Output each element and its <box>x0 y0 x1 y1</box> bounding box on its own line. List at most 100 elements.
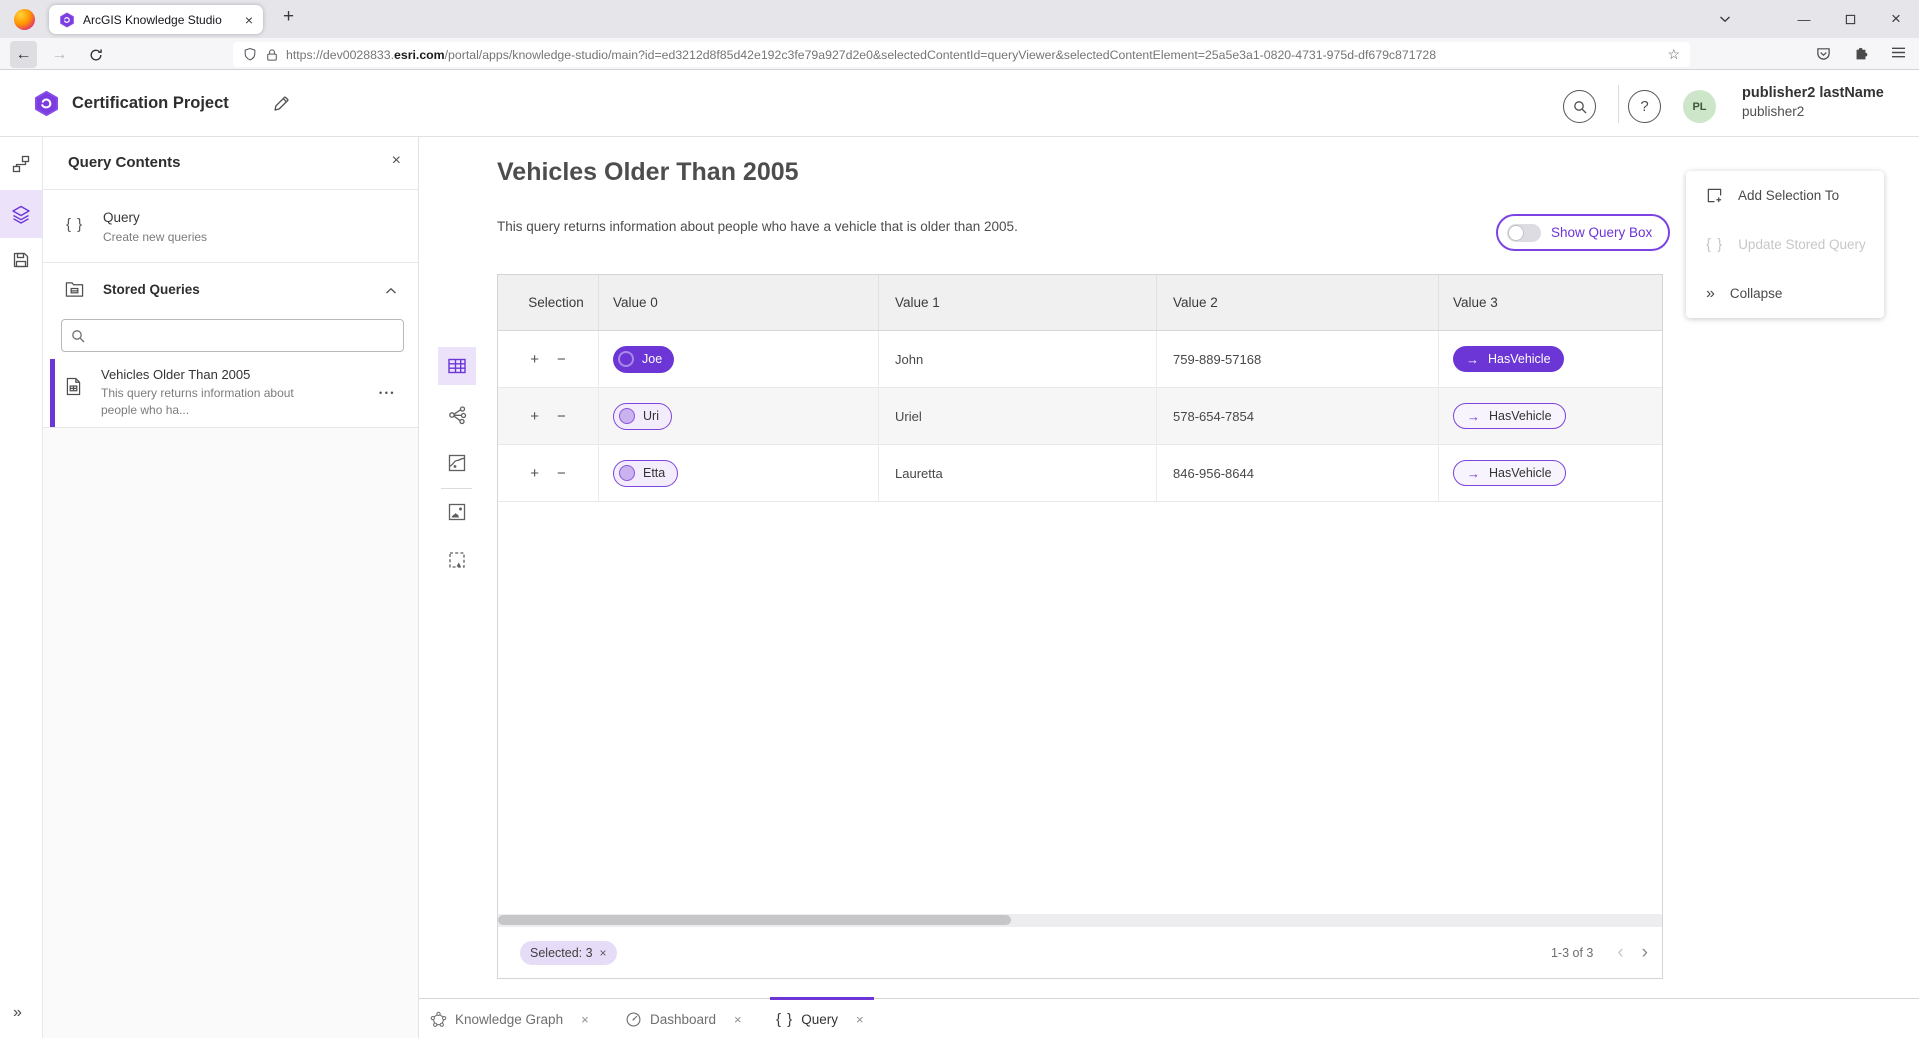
relationship-pill[interactable]: → HasVehicle <box>1453 460 1566 486</box>
dashboard-gauge-icon <box>625 1011 642 1028</box>
page-prev-icon[interactable]: ‹ <box>1617 943 1623 962</box>
toggle-label: Show Query Box <box>1551 225 1652 240</box>
row-select-add-button[interactable]: + <box>530 465 539 482</box>
relationship-pill[interactable]: → HasVehicle <box>1453 403 1566 429</box>
table-view-button[interactable] <box>438 347 476 385</box>
arrow-right-icon: → <box>1467 409 1480 424</box>
close-icon[interactable]: × <box>392 152 401 170</box>
stored-query-item[interactable]: Vehicles Older Than 2005 This query retu… <box>43 359 418 428</box>
menu-item-add-selection-to[interactable]: Add Selection To <box>1686 171 1884 220</box>
stored-queries-search[interactable] <box>61 319 404 352</box>
table-view-icon <box>447 356 467 376</box>
tab-knowledge-graph[interactable]: Knowledge Graph × <box>430 999 589 1038</box>
row-select-add-button[interactable]: + <box>530 408 539 425</box>
search-input[interactable] <box>92 328 394 343</box>
tab-close-icon[interactable]: × <box>581 1012 589 1027</box>
lock-icon[interactable] <box>266 48 278 62</box>
relationship-pill[interactable]: → HasVehicle <box>1453 346 1564 372</box>
menu-item-update-stored-query[interactable]: { } Update Stored Query <box>1686 220 1884 269</box>
stored-queries-header[interactable]: Stored Queries <box>43 263 418 319</box>
reload-button[interactable] <box>82 41 109 68</box>
column-header-value1[interactable]: Value 1 <box>879 275 1157 330</box>
cell-value: Lauretta <box>879 445 1157 501</box>
tab-query[interactable]: { } Query × <box>776 999 864 1038</box>
search-button[interactable] <box>1563 90 1596 123</box>
link-chart-view-button[interactable] <box>438 396 476 434</box>
chevron-up-icon[interactable] <box>385 287 397 295</box>
panel-title: Query Contents <box>68 154 181 171</box>
edit-pencil-icon[interactable] <box>272 95 290 113</box>
page-description: This query returns information about peo… <box>497 219 1018 234</box>
browser-tab-strip: ArcGIS Knowledge Studio × + — × <box>0 0 1919 38</box>
column-header-value2[interactable]: Value 2 <box>1157 275 1439 330</box>
entity-pill[interactable]: Uri <box>613 403 672 430</box>
item-options-ellipsis-icon[interactable]: ••• <box>379 388 396 398</box>
layers-rail-item[interactable] <box>0 190 42 238</box>
page-next-icon[interactable]: › <box>1642 943 1648 962</box>
tracking-shield-icon[interactable] <box>243 47 257 62</box>
menu-hamburger-icon[interactable] <box>1891 46 1906 59</box>
menu-item-collapse[interactable]: » Collapse <box>1686 269 1884 318</box>
selection-tool-button[interactable] <box>438 541 476 579</box>
data-model-tree-icon[interactable] <box>12 155 30 173</box>
help-button[interactable]: ? <box>1628 90 1661 123</box>
extensions-puzzle-icon[interactable] <box>1853 46 1869 62</box>
arrow-right-icon: → <box>1467 466 1480 481</box>
bookmark-star-icon[interactable]: ☆ <box>1667 46 1680 63</box>
new-query-item[interactable]: { } Query Create new queries <box>43 190 418 263</box>
query-item-subtitle: Create new queries <box>103 230 207 244</box>
chart-view-button[interactable] <box>438 444 476 482</box>
url-bar[interactable]: https://dev0028833.esri.com/portal/apps/… <box>233 42 1690 67</box>
show-query-box-toggle[interactable]: Show Query Box <box>1496 214 1670 251</box>
chip-close-icon[interactable]: × <box>600 946 607 960</box>
entity-pill[interactable]: Etta <box>613 460 678 487</box>
braces-icon: { } <box>66 216 83 233</box>
column-header-value0[interactable]: Value 0 <box>599 275 879 330</box>
stored-query-document-icon <box>66 377 81 396</box>
column-header-selection[interactable]: Selection <box>498 275 599 330</box>
user-name[interactable]: publisher2 lastName <box>1742 85 1884 101</box>
double-chevron-icon: » <box>1706 285 1715 303</box>
selected-count-chip[interactable]: Selected: 3 × <box>520 941 617 965</box>
list-tabs-chevron-icon[interactable] <box>1705 0 1745 38</box>
entity-dot-icon <box>618 351 634 367</box>
tab-close-icon[interactable]: × <box>245 12 253 28</box>
row-select-add-button[interactable]: + <box>530 351 539 368</box>
panel-empty-area <box>43 428 418 1038</box>
entity-dot-icon <box>619 465 635 481</box>
add-selection-icon <box>1706 187 1723 204</box>
map-view-button[interactable] <box>438 493 476 531</box>
window-minimize-button[interactable]: — <box>1781 0 1827 38</box>
row-select-remove-button[interactable]: − <box>557 408 566 425</box>
scrollbar-thumb[interactable] <box>498 915 1011 925</box>
firefox-logo-icon[interactable] <box>14 9 35 30</box>
table-row: + − Joe John 759-889-57168 → HasVehicle <box>498 331 1662 388</box>
window-close-button[interactable]: × <box>1873 0 1919 38</box>
tab-close-icon[interactable]: × <box>734 1012 742 1027</box>
toggle-track[interactable] <box>1507 224 1541 242</box>
table-row: + − Etta Lauretta 846-956-8644 → HasVehi… <box>498 445 1662 502</box>
expand-rail-icon[interactable]: » <box>13 1004 22 1022</box>
tab-dashboard[interactable]: Dashboard × <box>625 999 742 1038</box>
tab-close-icon[interactable]: × <box>856 1012 864 1027</box>
pocket-icon[interactable] <box>1816 46 1831 61</box>
page-title: Vehicles Older Than 2005 <box>497 158 799 187</box>
new-tab-button[interactable]: + <box>283 6 294 28</box>
save-icon[interactable] <box>12 251 30 269</box>
row-select-remove-button[interactable]: − <box>557 465 566 482</box>
forward-button[interactable]: → <box>46 41 73 68</box>
app-logo-icon <box>33 90 60 117</box>
back-button[interactable]: ← <box>10 41 37 68</box>
search-icon <box>1573 100 1587 114</box>
column-header-value3[interactable]: Value 3 <box>1439 275 1662 330</box>
toggle-knob[interactable] <box>1508 225 1524 241</box>
browser-navbar: ← → https://dev0028833.esri.com/portal/a… <box>0 38 1919 70</box>
entity-pill[interactable]: Joe <box>613 346 674 373</box>
avatar[interactable]: PL <box>1683 90 1716 123</box>
row-select-remove-button[interactable]: − <box>557 351 566 368</box>
browser-tab[interactable]: ArcGIS Knowledge Studio × <box>49 5 263 34</box>
horizontal-scrollbar[interactable] <box>498 914 1662 927</box>
stored-query-title: Vehicles Older Than 2005 <box>101 367 250 382</box>
layers-icon <box>11 204 31 224</box>
window-maximize-button[interactable] <box>1827 0 1873 38</box>
